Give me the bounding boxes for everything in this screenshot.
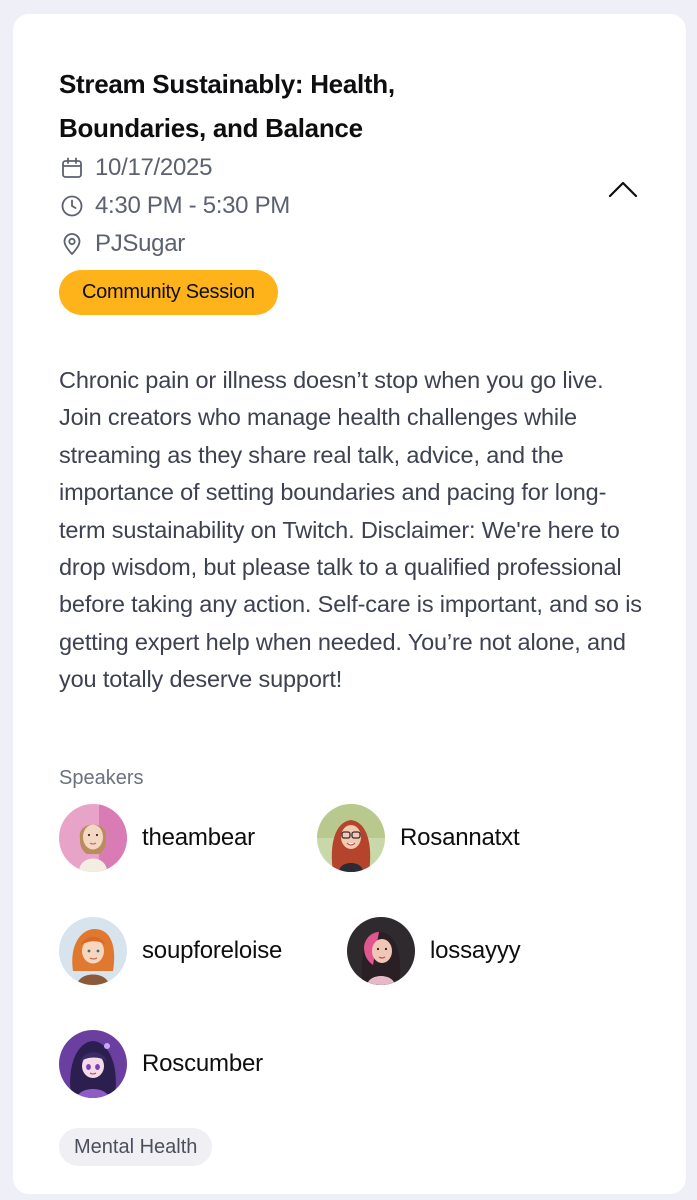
speaker-name: theambear [142,824,255,851]
event-date-row: 10/17/2025 [59,152,212,184]
event-time-row: 4:30 PM - 5:30 PM [59,190,290,222]
speaker-name: lossayyy [430,937,521,964]
event-title: Stream Sustainably: Health, Boundaries, … [59,69,395,143]
event-location: PJSugar [95,230,185,257]
calendar-icon [59,155,85,181]
avatar [317,804,385,872]
speakers-heading: Speakers [59,767,144,789]
speaker-name: Rosannatxt [400,824,520,851]
chevron-up-icon [608,181,638,198]
speaker-item[interactable]: Rosannatxt [317,804,520,872]
event-date: 10/17/2025 [95,154,213,181]
clock-icon [59,193,85,219]
speaker-item[interactable]: theambear [59,804,255,872]
speaker-name: soupforeloise [142,937,283,964]
avatar [59,917,127,985]
event-time: 4:30 PM - 5:30 PM [95,192,290,219]
avatar [59,804,127,872]
speaker-item[interactable]: lossayyy [347,917,521,985]
map-pin-icon [59,231,85,257]
speaker-item[interactable]: soupforeloise [59,917,282,985]
speaker-item[interactable]: Roscumber [59,1030,263,1098]
speaker-name: Roscumber [142,1050,263,1077]
event-description: Chronic pain or illness doesn’t stop whe… [59,367,642,693]
collapse-button[interactable] [605,174,641,204]
avatar [59,1030,127,1098]
event-card: Stream Sustainably: Health, Boundaries, … [13,14,686,1194]
topic-tag[interactable]: Mental Health [59,1128,213,1166]
session-type-badge: Community Session [59,270,278,315]
event-location-row: PJSugar [59,228,185,260]
avatar [347,917,415,985]
